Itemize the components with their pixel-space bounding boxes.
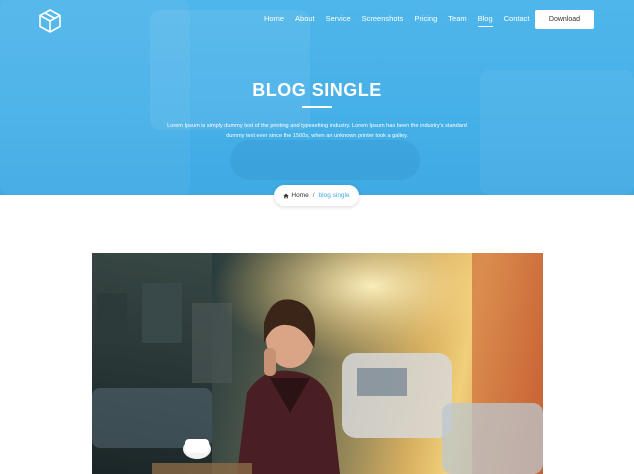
blog-featured-image	[92, 253, 543, 474]
nav-home[interactable]: Home	[264, 14, 284, 23]
title-underline	[302, 106, 332, 108]
nav-screenshots[interactable]: Screenshots	[362, 14, 404, 23]
nav-service[interactable]: Service	[326, 14, 351, 23]
nav-blog[interactable]: Blog	[477, 14, 493, 27]
hero-banner: Home About Service Screenshots Pricing T…	[0, 0, 634, 195]
nav-about[interactable]: About	[295, 14, 315, 23]
cube-logo-icon[interactable]	[36, 7, 64, 35]
nav-pricing[interactable]: Pricing	[414, 14, 437, 23]
breadcrumb-home-label: Home	[291, 192, 309, 199]
photo-illustration	[92, 253, 543, 474]
home-icon	[283, 193, 290, 198]
download-button[interactable]: Download	[535, 10, 594, 29]
hero-description: Lorem Ipsum is simply dummy text of the …	[167, 123, 467, 139]
breadcrumb-home-link[interactable]: Home	[283, 192, 309, 199]
page-title: BLOG SINGLE	[252, 80, 382, 100]
nav-team[interactable]: Team	[448, 14, 466, 23]
nav-contact[interactable]: Contact	[504, 14, 530, 23]
main-nav: Home About Service Screenshots Pricing T…	[264, 14, 530, 27]
breadcrumb-separator: /	[312, 192, 315, 199]
breadcrumb-current: blog single	[318, 192, 350, 199]
breadcrumb: Home / blog single	[274, 185, 359, 206]
